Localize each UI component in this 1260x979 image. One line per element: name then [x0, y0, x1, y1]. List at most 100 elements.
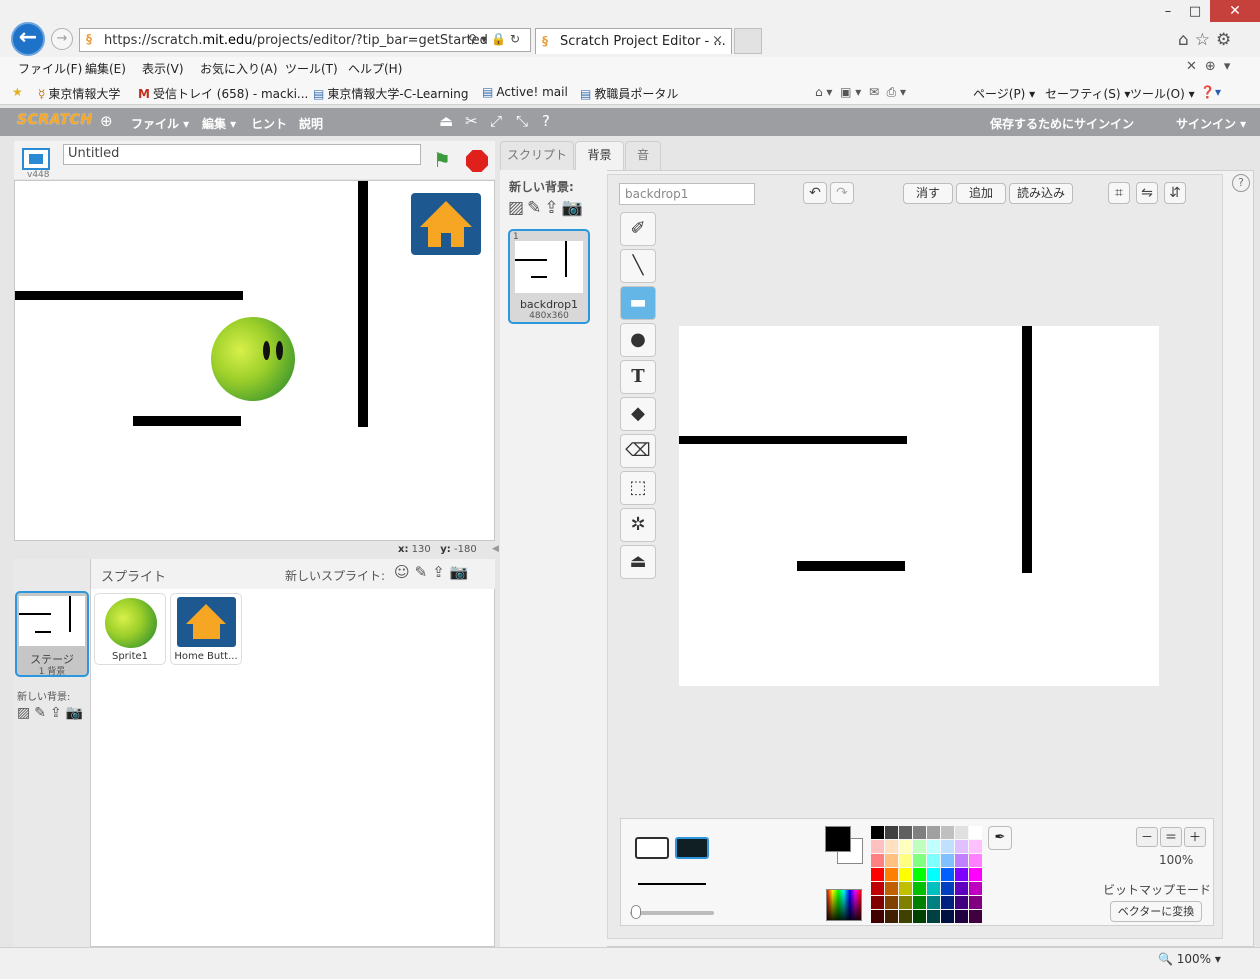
- translate-icon[interactable]: ⊕: [1205, 59, 1224, 74]
- image-library-icon[interactable]: ▨: [508, 198, 527, 218]
- zoom-reset-button[interactable]: ＝: [1160, 827, 1182, 847]
- star-icon[interactable]: ☆: [1195, 30, 1216, 50]
- tab-close-icon[interactable]: ×: [712, 33, 723, 48]
- flip-horizontal-button[interactable]: ⇋: [1136, 182, 1158, 204]
- maximize-button[interactable]: □: [1182, 2, 1208, 22]
- address-bar[interactable]: § https://scratch.mit.edu/projects/edito…: [79, 28, 531, 52]
- new-tab-button[interactable]: [734, 28, 762, 54]
- back-button[interactable]: ←: [11, 22, 45, 56]
- palette-swatch[interactable]: [955, 910, 968, 923]
- convert-to-vector-button[interactable]: ベクターに変換: [1110, 901, 1202, 922]
- palette-swatch[interactable]: [871, 896, 884, 909]
- palette-swatch[interactable]: [885, 896, 898, 909]
- help-question-icon[interactable]: ?: [1232, 174, 1250, 192]
- palette-swatch[interactable]: [941, 896, 954, 909]
- palette-swatch[interactable]: [955, 868, 968, 881]
- chevron-down-icon[interactable]: ▾: [1224, 59, 1239, 74]
- palette-swatch[interactable]: [941, 854, 954, 867]
- palette-swatch[interactable]: [941, 826, 954, 839]
- palette-swatch[interactable]: [927, 882, 940, 895]
- camera-icon[interactable]: 📷: [66, 705, 87, 721]
- refresh-icon[interactable]: ↻: [510, 32, 524, 46]
- menu-file[interactable]: ファイル(F): [18, 60, 82, 77]
- line-width-slider-knob[interactable]: [631, 905, 641, 919]
- duplicate-stamp-icon[interactable]: ⏏: [439, 112, 453, 130]
- language-globe-icon[interactable]: ⊕: [100, 112, 113, 130]
- palette-swatch[interactable]: [885, 882, 898, 895]
- rss-icon[interactable]: ▣ ▾: [840, 85, 861, 99]
- tab-scripts[interactable]: スクリプト: [500, 141, 574, 170]
- palette-swatch[interactable]: [969, 826, 982, 839]
- favorite-link[interactable]: ▤ 教職員ポータル: [580, 85, 678, 102]
- outline-rect-option[interactable]: [635, 837, 669, 859]
- palette-swatch[interactable]: [955, 826, 968, 839]
- palette-swatch[interactable]: [885, 840, 898, 853]
- sprite1-ball[interactable]: [211, 317, 295, 401]
- palette-swatch[interactable]: [927, 910, 940, 923]
- palette-swatch[interactable]: [885, 854, 898, 867]
- stamp-tool[interactable]: ⏏: [620, 545, 656, 579]
- palette-swatch[interactable]: [899, 840, 912, 853]
- palette-swatch[interactable]: [871, 910, 884, 923]
- select-tool[interactable]: ⬚: [620, 471, 656, 505]
- sprite-tile-home-button[interactable]: Home Butt...: [170, 593, 242, 665]
- palette-swatch[interactable]: [969, 840, 982, 853]
- camera-icon[interactable]: 📷: [450, 563, 474, 581]
- undo-button[interactable]: ↶: [803, 182, 827, 204]
- zoom-out-button[interactable]: －: [1136, 827, 1158, 847]
- palette-swatch[interactable]: [927, 840, 940, 853]
- tools-menu[interactable]: ツール(O) ▾: [1130, 85, 1195, 102]
- palette-swatch[interactable]: [969, 910, 982, 923]
- flip-vertical-button[interactable]: ⇵: [1164, 182, 1186, 204]
- palette-swatch[interactable]: [913, 826, 926, 839]
- scratch-logo[interactable]: SCRATCH: [17, 112, 93, 128]
- palette-swatch[interactable]: [899, 882, 912, 895]
- palette-swatch[interactable]: [899, 854, 912, 867]
- primary-color-swatch[interactable]: [825, 826, 851, 852]
- favorite-link[interactable]: ☿ 東京情報大学: [38, 85, 120, 102]
- home-icon[interactable]: ⌂ ▾: [815, 85, 832, 99]
- palette-swatch[interactable]: [913, 840, 926, 853]
- menu-view[interactable]: 表示(V): [142, 60, 184, 77]
- green-flag-icon[interactable]: ⚑: [433, 148, 457, 172]
- home-icon[interactable]: ⌂: [1178, 30, 1195, 50]
- brush-tool[interactable]: ✐: [620, 212, 656, 246]
- palette-swatch[interactable]: [969, 882, 982, 895]
- palette-swatch[interactable]: [913, 854, 926, 867]
- print-icon[interactable]: ⎙ ▾: [887, 85, 906, 99]
- page-menu[interactable]: ページ(P) ▾: [973, 85, 1035, 102]
- close-icon[interactable]: ✕: [1186, 59, 1205, 74]
- palette-swatch[interactable]: [885, 910, 898, 923]
- cut-scissors-icon[interactable]: ✂: [465, 112, 478, 130]
- paint-canvas[interactable]: [679, 326, 1159, 686]
- sprite-library-icon[interactable]: ☺: [394, 563, 415, 581]
- gear-icon[interactable]: ⚙: [1216, 30, 1237, 50]
- menu-edit[interactable]: 編集(E): [85, 60, 126, 77]
- palette-swatch[interactable]: [927, 826, 940, 839]
- dropdown-icon[interactable]: ▾: [481, 32, 491, 46]
- ellipse-tool[interactable]: ●: [620, 323, 656, 357]
- forward-button[interactable]: →: [51, 28, 73, 50]
- home-button-sprite[interactable]: [411, 193, 481, 255]
- palette-swatch[interactable]: [941, 910, 954, 923]
- favorite-link[interactable]: M 受信トレイ (658) - macki...: [138, 85, 308, 102]
- scratch-menu-tips[interactable]: ヒント: [251, 115, 287, 132]
- palette-swatch[interactable]: [955, 896, 968, 909]
- upload-icon[interactable]: ⇪: [544, 198, 561, 218]
- line-width-slider[interactable]: [630, 911, 714, 915]
- scratch-menu-edit[interactable]: 編集 ▾: [202, 115, 236, 132]
- eraser-tool[interactable]: ⌫: [620, 434, 656, 468]
- search-icon[interactable]: ⚲: [468, 32, 481, 46]
- set-center-button[interactable]: ⌗: [1108, 182, 1130, 204]
- magic-select-tool[interactable]: ✲: [620, 508, 656, 542]
- palette-swatch[interactable]: [927, 868, 940, 881]
- palette-swatch[interactable]: [885, 868, 898, 881]
- rectangle-tool[interactable]: ▬: [620, 286, 656, 320]
- palette-swatch[interactable]: [871, 882, 884, 895]
- palette-swatch[interactable]: [955, 840, 968, 853]
- favorite-link[interactable]: ▤ Active! mail: [482, 85, 568, 99]
- stage-canvas[interactable]: [14, 180, 495, 541]
- signin-button[interactable]: サインイン ▾: [1176, 115, 1246, 132]
- collapse-stage-icon[interactable]: ◀: [492, 544, 499, 554]
- paint-brush-icon[interactable]: ✎: [415, 563, 433, 581]
